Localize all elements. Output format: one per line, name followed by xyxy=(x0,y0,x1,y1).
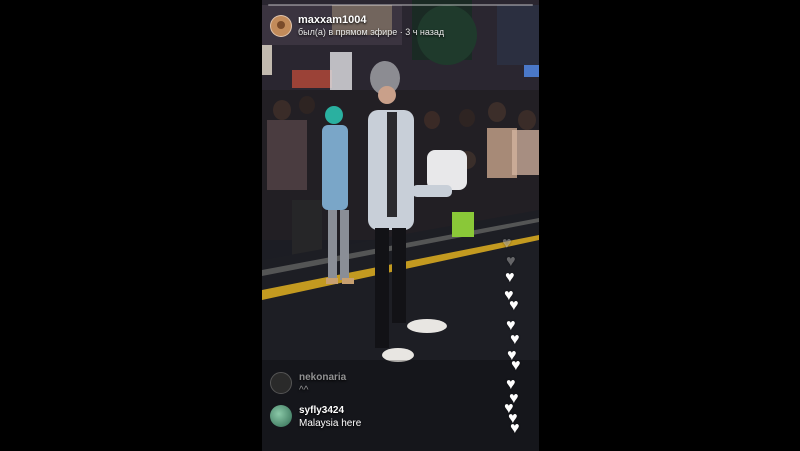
progress-segment xyxy=(268,4,533,6)
comment-list: nekonaria ^^ syfly3424 Malaysia here xyxy=(270,372,500,438)
comment-body: nekonaria ^^ xyxy=(299,372,346,397)
commenter-username[interactable]: nekonaria xyxy=(299,372,346,385)
story-progress-bar xyxy=(262,0,539,8)
broadcast-status: был(а) в прямом эфире · 3 ч назад xyxy=(298,27,445,38)
commenter-avatar[interactable] xyxy=(270,405,292,427)
live-header[interactable]: maxxam1004 был(а) в прямом эфире · 3 ч н… xyxy=(270,14,444,38)
comment-message: ^^ xyxy=(299,384,309,396)
broadcaster-info: maxxam1004 был(а) в прямом эфире · 3 ч н… xyxy=(298,14,444,38)
comment-item: syfly3424 Malaysia here xyxy=(270,405,500,430)
broadcaster-username[interactable]: maxxam1004 xyxy=(298,14,444,27)
comment-message: Malaysia here xyxy=(299,417,362,429)
live-video-frame[interactable]: maxxam1004 был(а) в прямом эфире · 3 ч н… xyxy=(262,0,539,451)
broadcaster-avatar[interactable] xyxy=(270,14,292,37)
commenter-avatar[interactable] xyxy=(270,372,292,394)
comment-item: nekonaria ^^ xyxy=(270,372,500,397)
comment-body: syfly3424 Malaysia here xyxy=(299,405,361,430)
commenter-username[interactable]: syfly3424 xyxy=(299,405,361,418)
